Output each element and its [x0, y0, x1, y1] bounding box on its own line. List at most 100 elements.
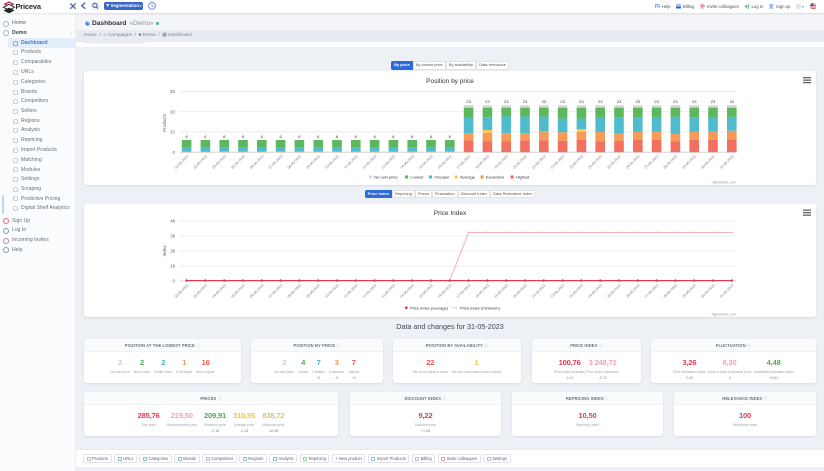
svg-text:23-05-2023: 23-05-2023: [569, 154, 585, 170]
svg-text:18-05-2023: 18-05-2023: [475, 283, 491, 299]
svg-text:Average: Average: [460, 175, 476, 180]
svg-text:21-05-2023: 21-05-2023: [531, 283, 547, 299]
svg-text:14-05-2023: 14-05-2023: [399, 283, 415, 299]
svg-text:23: 23: [598, 99, 603, 104]
svg-text:6: 6: [204, 134, 207, 139]
svg-text:Price Index: Price Index: [434, 210, 467, 217]
svg-text:12-05-2023: 12-05-2023: [362, 154, 378, 170]
svg-text:6: 6: [279, 134, 282, 139]
svg-text:14-05-2023: 14-05-2023: [399, 154, 415, 170]
svg-text:6: 6: [317, 134, 320, 139]
svg-text:23: 23: [730, 99, 735, 104]
svg-text:04-05-2023: 04-05-2023: [211, 154, 227, 170]
svg-text:24-05-2023: 24-05-2023: [587, 283, 603, 299]
svg-text:10: 10: [170, 130, 176, 135]
svg-text:23: 23: [617, 99, 622, 104]
svg-text:6: 6: [411, 134, 414, 139]
svg-text:Index: Index: [162, 245, 167, 257]
svg-text:09-05-2023: 09-05-2023: [305, 154, 321, 170]
svg-text:17-05-2023: 17-05-2023: [456, 283, 472, 299]
svg-text:6: 6: [185, 134, 188, 139]
svg-text:24-05-2023: 24-05-2023: [587, 154, 603, 170]
svg-text:23: 23: [673, 99, 678, 104]
svg-text:Products: Products: [162, 113, 167, 132]
svg-text:23: 23: [485, 99, 490, 104]
svg-text:11-05-2023: 11-05-2023: [343, 154, 358, 169]
svg-text:6: 6: [336, 134, 339, 139]
svg-text:15-05-2023: 15-05-2023: [418, 283, 434, 299]
svg-text:19-05-2023: 19-05-2023: [493, 283, 509, 299]
svg-text:18-05-2023: 18-05-2023: [475, 154, 491, 170]
svg-text:0: 0: [172, 279, 175, 284]
svg-text:27-05-2023: 27-05-2023: [644, 154, 660, 170]
svg-text:Lowest: Lowest: [410, 175, 424, 180]
svg-text:6: 6: [430, 134, 433, 139]
svg-text:2k: 2k: [170, 249, 176, 254]
svg-text:28-05-2023: 28-05-2023: [663, 283, 679, 299]
svg-text:08-05-2023: 08-05-2023: [287, 154, 303, 170]
svg-text:08-05-2023: 08-05-2023: [287, 283, 303, 299]
svg-text:0: 0: [172, 150, 175, 155]
svg-text:20-05-2023: 20-05-2023: [512, 283, 528, 299]
svg-text:05-05-2023: 05-05-2023: [230, 154, 246, 170]
svg-text:12-05-2023: 12-05-2023: [362, 283, 378, 299]
svg-text:highcharts.com: highcharts.com: [712, 313, 736, 317]
svg-text:05-05-2023: 05-05-2023: [230, 283, 246, 299]
svg-text:06-05-2023: 06-05-2023: [249, 283, 265, 299]
svg-text:19-05-2023: 19-05-2023: [493, 154, 509, 170]
svg-text:06-05-2023: 06-05-2023: [249, 154, 265, 170]
svg-text:29-05-2023: 29-05-2023: [681, 283, 697, 299]
svg-text:6: 6: [392, 134, 395, 139]
svg-text:23: 23: [504, 99, 509, 104]
svg-text:11-05-2023: 11-05-2023: [343, 283, 358, 298]
svg-text:22-05-2023: 22-05-2023: [550, 283, 566, 299]
svg-text:26-05-2023: 26-05-2023: [625, 154, 641, 170]
svg-text:6: 6: [261, 134, 264, 139]
svg-text:Expensive: Expensive: [486, 175, 505, 180]
svg-text:23: 23: [654, 99, 659, 104]
svg-text:20-05-2023: 20-05-2023: [512, 154, 528, 170]
svg-text:23: 23: [523, 99, 528, 104]
svg-text:23: 23: [711, 99, 716, 104]
svg-text:4k: 4k: [170, 219, 176, 224]
svg-text:23: 23: [636, 99, 641, 104]
svg-text:17-05-2023: 17-05-2023: [456, 154, 472, 170]
svg-text:30-05-2023: 30-05-2023: [700, 283, 716, 299]
svg-text:13-05-2023: 13-05-2023: [381, 283, 397, 299]
svg-text:30: 30: [170, 89, 176, 94]
svg-text:20: 20: [170, 109, 176, 114]
svg-text:09-05-2023: 09-05-2023: [305, 283, 321, 299]
svg-text:02-05-2023: 02-05-2023: [174, 283, 190, 299]
svg-text:07-05-2023: 07-05-2023: [268, 154, 284, 170]
svg-text:Position by price: Position by price: [426, 78, 474, 85]
svg-text:6: 6: [242, 134, 245, 139]
svg-text:30-05-2023: 30-05-2023: [700, 154, 716, 170]
svg-text:3k: 3k: [170, 234, 176, 239]
svg-text:1k: 1k: [170, 264, 176, 269]
svg-text:10-05-2023: 10-05-2023: [324, 283, 340, 299]
svg-text:03-05-2023: 03-05-2023: [193, 154, 209, 170]
svg-text:Price index (minimum): Price index (minimum): [460, 306, 500, 311]
svg-text:23: 23: [579, 99, 584, 104]
svg-text:29-05-2023: 29-05-2023: [681, 154, 697, 170]
svg-text:23: 23: [560, 99, 565, 104]
svg-text:22-05-2023: 22-05-2023: [550, 154, 566, 170]
svg-text:04-05-2023: 04-05-2023: [211, 283, 227, 299]
svg-text:13-05-2023: 13-05-2023: [381, 154, 397, 170]
svg-text:31-05-2023: 31-05-2023: [719, 283, 735, 299]
svg-text:No own price: No own price: [374, 175, 398, 180]
svg-text:23: 23: [692, 99, 697, 104]
svg-text:21-05-2023: 21-05-2023: [531, 154, 547, 170]
svg-text:15-05-2023: 15-05-2023: [418, 154, 434, 170]
svg-text:26-05-2023: 26-05-2023: [625, 283, 641, 299]
svg-text:Highest: Highest: [516, 175, 530, 180]
svg-text:23: 23: [466, 99, 471, 104]
svg-text:02-05-2023: 02-05-2023: [174, 154, 190, 170]
svg-text:Priceva: Priceva: [16, 2, 42, 11]
svg-text:31-05-2023: 31-05-2023: [719, 154, 735, 170]
svg-text:Price index (average): Price index (average): [410, 306, 449, 311]
svg-text:16-05-2023: 16-05-2023: [437, 283, 453, 299]
svg-text:highcharts.com: highcharts.com: [712, 181, 736, 185]
svg-text:6: 6: [449, 134, 452, 139]
svg-text:10-05-2023: 10-05-2023: [324, 154, 340, 170]
